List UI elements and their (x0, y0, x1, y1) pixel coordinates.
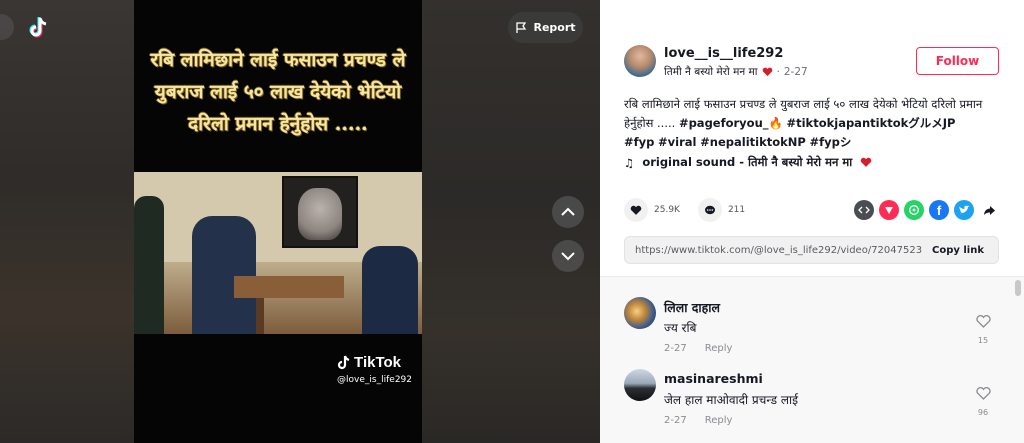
comment-meta: 2-27 Reply (664, 415, 732, 426)
embed-icon[interactable] (854, 200, 874, 220)
heart-icon (630, 205, 642, 215)
next-video-button[interactable] (552, 240, 584, 272)
chevron-up-icon (561, 207, 575, 216)
comment-text: जेल हाल माओवादी प्रचन्ड लाई (664, 393, 799, 407)
video-stage: रबि लामिछाने लाई फसाउन प्रचण्ड ले युबराज… (0, 0, 600, 443)
commenter-name[interactable]: masinareshmi (664, 371, 763, 386)
comments-scrollbar[interactable] (1015, 280, 1021, 296)
comment-item: masinareshmi जेल हाल माओवादी प्रचन्ड लाई… (600, 369, 1024, 439)
comment-text: ज्य रबि (664, 321, 697, 335)
author-username[interactable]: love__is__life292 (664, 46, 783, 61)
share-buttons: f (854, 200, 999, 220)
comment-like-count: 15 (977, 336, 989, 345)
comment-button[interactable] (697, 198, 722, 222)
flag-icon (516, 21, 527, 33)
commenter-avatar[interactable] (624, 297, 656, 329)
comment-like-button[interactable]: 96 (972, 385, 994, 417)
report-label: Report (533, 21, 576, 34)
hashtag[interactable]: #pageforyou_🔥 (679, 116, 783, 130)
report-button[interactable]: Report (508, 12, 583, 43)
comment-date: 2-27 (664, 343, 687, 354)
post-date: 2-27 (783, 66, 808, 78)
info-panel: love__is__life292 तिमी नै बस्यो मेरो मन … (600, 0, 1024, 443)
twitter-icon[interactable] (954, 200, 974, 220)
comment-item: लिला दाहाल ज्य रबि 2-27 Reply 15 (600, 297, 1024, 367)
video-player[interactable]: रबि लामिछाने लाई फसाउन प्रचण्ड ले युबराज… (134, 0, 422, 443)
commenter-name[interactable]: लिला दाहाल (664, 299, 720, 316)
copy-link-button[interactable]: Copy link (922, 245, 998, 256)
engagement-bar: 25.9K 211 (624, 198, 763, 222)
previous-video-button[interactable] (552, 196, 584, 228)
share-more-icon[interactable] (979, 200, 999, 220)
like-button[interactable] (624, 198, 648, 222)
reply-button[interactable]: Reply (705, 415, 733, 426)
follow-button[interactable]: Follow (916, 47, 999, 75)
author-subline: तिमी नै बस्यो मेरो मन मा · 2-27 (664, 66, 808, 78)
comments-list: लिला दाहाल ज्य रबि 2-27 Reply 15 masinar… (600, 276, 1024, 443)
facebook-icon[interactable]: f (929, 200, 949, 220)
tiktok-logo-icon[interactable] (24, 14, 52, 42)
tiktok-watermark: TikTok @love_is_life292 (337, 354, 412, 385)
heart-emoji-icon (860, 157, 872, 167)
hashtag[interactable]: #tiktokjapantiktokグルメJP (786, 116, 955, 130)
comment-meta: 2-27 Reply (664, 343, 732, 354)
hashtag[interactable]: #nepalitiktokNP (700, 135, 806, 149)
comment-count: 211 (727, 205, 746, 215)
watermark-brand: TikTok (354, 354, 402, 371)
comment-icon (704, 205, 715, 214)
copy-link-box: https://www.tiktok.com/@love_is_life292/… (624, 236, 999, 264)
chevron-down-icon (561, 252, 575, 261)
video-caption: रबि लामिछाने लाई फसाउन प्रचण्ड ले युबराज… (150, 49, 406, 135)
comment-date: 2-27 (664, 415, 687, 426)
commenter-avatar[interactable] (624, 369, 656, 401)
heart-outline-icon (975, 387, 991, 400)
video-frame-image (134, 172, 422, 334)
music-note-icon: ♫ (624, 155, 635, 170)
author-nickname: तिमी नै बस्यो मेरो मन मा (664, 66, 758, 78)
hashtag[interactable]: #viral (658, 135, 696, 149)
video-url[interactable]: https://www.tiktok.com/@love_is_life292/… (625, 245, 922, 256)
post-description: रबि लामिछाने लाई फसाउन प्रचण्ड ले युबराज… (624, 95, 996, 152)
whatsapp-icon[interactable] (904, 200, 924, 220)
comment-like-count: 96 (977, 408, 989, 417)
background-blur-left (0, 0, 134, 443)
hashtag[interactable]: #fypシ (809, 135, 851, 149)
watermark-handle: @love_is_life292 (337, 375, 412, 385)
send-to-friends-icon[interactable] (879, 200, 899, 220)
tiktok-watermark-icon (337, 355, 350, 369)
hashtag[interactable]: #fyp (624, 135, 654, 149)
sound-prefix: original sound - (642, 155, 749, 169)
reply-button[interactable]: Reply (705, 343, 733, 354)
sound-link[interactable]: ♫ original sound - तिमी नै बस्यो मेरो मन… (624, 155, 872, 170)
heart-outline-icon (975, 315, 991, 328)
like-count: 25.9K (654, 205, 680, 215)
author-avatar[interactable] (624, 45, 656, 77)
heart-emoji-icon (762, 67, 772, 76)
sound-title: तिमी नै बस्यो मेरो मन मा (748, 155, 853, 169)
comment-like-button[interactable]: 15 (972, 313, 994, 345)
description-card: love__is__life292 तिमी नै बस्यो मेरो मन … (600, 0, 1024, 276)
